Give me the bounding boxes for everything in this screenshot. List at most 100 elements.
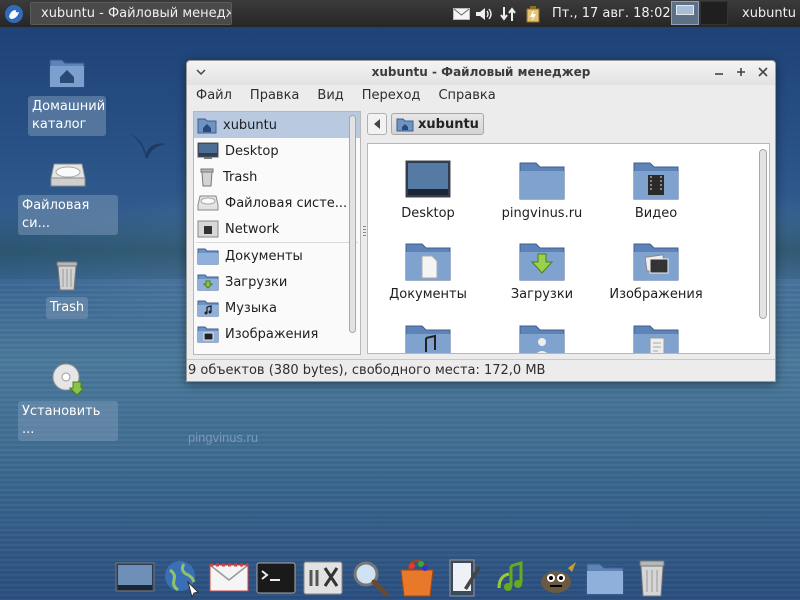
close-button[interactable] <box>755 64 771 80</box>
file-item-music[interactable] <box>373 322 483 353</box>
trash-icon <box>200 168 214 187</box>
file-view-scrollbar[interactable] <box>759 149 767 319</box>
folder-video-icon <box>633 162 679 200</box>
menu-view[interactable]: Вид <box>308 88 352 103</box>
desktop-icon-label: Trash <box>45 297 89 319</box>
desktop-icon-home[interactable]: Домашний каталог <box>22 55 112 136</box>
workspace-1[interactable] <box>671 1 699 25</box>
folder-templates-icon <box>633 325 679 353</box>
file-item-label: Изображения <box>609 287 703 302</box>
workspace-2[interactable] <box>700 1 728 25</box>
maximize-icon <box>737 68 745 76</box>
volume-icon[interactable] <box>474 3 494 24</box>
sidebar-item-label: Документы <box>225 248 303 264</box>
pane-resize-handle[interactable] <box>363 226 366 236</box>
file-item-label: Загрузки <box>510 287 574 302</box>
folder-music-icon <box>405 325 451 353</box>
sidebar-item-home[interactable]: xubuntu <box>194 112 360 138</box>
scrollbar-thumb[interactable] <box>349 115 356 333</box>
dock-show-desktop[interactable] <box>114 557 156 599</box>
network-icon[interactable] <box>498 3 518 24</box>
file-item-label: Desktop <box>401 206 455 221</box>
sidebar-item-label: Файловая систе... <box>225 195 348 211</box>
dock-settings[interactable] <box>302 557 344 599</box>
panel-clock[interactable]: Пт., 17 авг. 18:02 <box>552 0 671 27</box>
desktop-icon-trash[interactable]: Trash <box>40 258 94 319</box>
desktop-icon-install[interactable]: Установить ... <box>18 362 118 441</box>
menu-go[interactable]: Переход <box>353 88 430 103</box>
file-item-public[interactable] <box>487 322 597 353</box>
dock-media-player[interactable] <box>490 557 532 599</box>
home-icon <box>396 118 414 131</box>
file-item-desktop[interactable]: Desktop <box>373 159 483 221</box>
desktop-icon-label: Домашний каталог <box>28 96 106 136</box>
trash-icon <box>56 261 78 291</box>
file-item-video[interactable]: Видео <box>601 159 711 221</box>
taskbar-window-button[interactable]: xubuntu - Файловый менеджер <box>30 2 232 25</box>
folder-pictures-icon <box>633 243 679 281</box>
file-item-documents[interactable]: Документы <box>373 240 483 302</box>
file-manager-icon <box>586 563 624 594</box>
breadcrumb-home[interactable]: xubuntu <box>391 113 484 135</box>
dock-search[interactable] <box>349 557 391 599</box>
file-manager-window: xubuntu - Файловый менеджер Файл Правка … <box>186 60 776 382</box>
folder-pictures-icon <box>197 326 219 343</box>
dock-trash[interactable] <box>631 557 673 599</box>
file-item-label: Документы <box>389 287 467 302</box>
sidebar-scrollbar[interactable] <box>349 115 357 333</box>
dock-browser[interactable] <box>161 557 203 599</box>
desktop-folder-icon <box>405 160 451 198</box>
file-item-downloads[interactable]: Загрузки <box>487 240 597 302</box>
desktop-icon-filesystem[interactable]: Файловая си... <box>18 160 118 235</box>
window-titlebar[interactable]: xubuntu - Файловый менеджер <box>187 61 775 85</box>
sidebar-item-music[interactable]: Музыка <box>194 295 360 321</box>
file-item-templates[interactable] <box>601 322 711 353</box>
whisker-menu-button[interactable] <box>2 2 26 25</box>
battery-icon[interactable] <box>522 3 546 24</box>
sidebar-item-desktop[interactable]: Desktop <box>194 138 360 164</box>
path-bar: xubuntu <box>367 112 484 136</box>
dock-terminal[interactable] <box>255 557 297 599</box>
menu-bar: Файл Правка Вид Переход Справка <box>187 85 775 106</box>
user-menu[interactable]: xubuntu <box>742 0 796 27</box>
sidebar-item-label: Desktop <box>225 143 279 159</box>
folder-music-icon <box>197 300 219 317</box>
breadcrumb-label: xubuntu <box>418 116 479 132</box>
home-folder-icon <box>49 59 85 88</box>
dock-mail[interactable] <box>208 557 250 599</box>
menu-file[interactable]: Файл <box>187 88 241 103</box>
desktop-icon <box>115 562 155 591</box>
path-back-button[interactable] <box>367 113 387 135</box>
window-title: xubuntu - Файловый менеджер <box>371 65 591 79</box>
folder-icon <box>519 162 565 200</box>
settings-icon <box>303 561 343 594</box>
terminal-icon <box>256 562 296 593</box>
menu-help[interactable]: Справка <box>429 88 504 103</box>
arrow-left-icon <box>374 119 380 129</box>
xubuntu-logo-icon <box>5 4 23 23</box>
sidebar-item-filesystem[interactable]: Файловая систе... <box>194 190 360 216</box>
menu-edit[interactable]: Правка <box>241 88 308 103</box>
dock-software-center[interactable] <box>396 557 438 599</box>
sidebar-item-trash[interactable]: Trash <box>194 164 360 190</box>
home-icon <box>197 118 217 134</box>
text-editor-icon <box>449 559 481 596</box>
file-item-pingvinus[interactable]: pingvinus.ru <box>487 159 597 221</box>
sidebar-item-network[interactable]: Network <box>194 216 360 242</box>
dock-gimp[interactable] <box>537 557 579 599</box>
folder-icon <box>197 248 219 265</box>
dock-text-editor[interactable] <box>443 557 485 599</box>
sidebar: xubuntu Desktop Trash Файловая систе... … <box>193 111 361 355</box>
file-item-pictures[interactable]: Изображения <box>601 240 711 302</box>
sidebar-item-label: Trash <box>223 169 258 185</box>
gimp-icon <box>541 561 576 593</box>
mail-icon[interactable] <box>452 3 470 24</box>
sidebar-item-pictures[interactable]: Изображения <box>194 321 360 347</box>
minimize-button[interactable] <box>711 64 727 80</box>
network-icon <box>197 220 219 238</box>
maximize-button[interactable] <box>733 64 749 80</box>
browser-icon <box>165 560 199 598</box>
sidebar-item-downloads[interactable]: Загрузки <box>194 269 360 295</box>
dock-file-manager[interactable] <box>584 557 626 599</box>
sidebar-item-documents[interactable]: Документы <box>194 243 360 269</box>
